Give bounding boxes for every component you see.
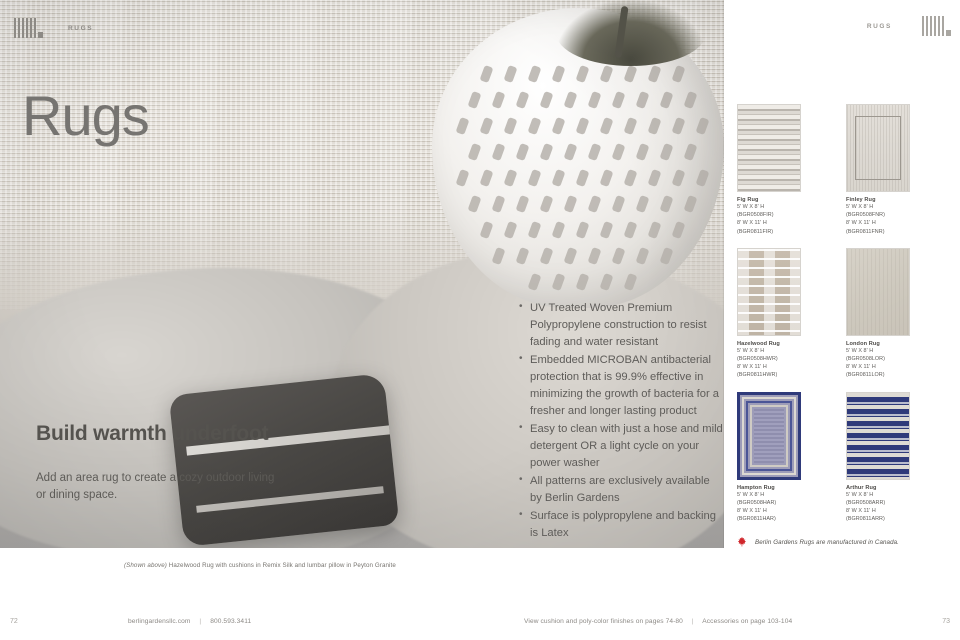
header-right-label: RUGS xyxy=(866,22,892,30)
barcode-mark-icon xyxy=(922,16,951,36)
maple-leaf-icon xyxy=(737,536,746,547)
headline: Build warmth underfoot xyxy=(36,422,269,445)
product-size-small: 5' W X 8' H (BGR0508FNR) xyxy=(846,204,885,219)
footer-phone[interactable]: 800.593.3411 xyxy=(210,618,251,625)
product-grid: Fig Rug 5' W X 8' H (BGR0508FIR) 8' W X 11… xyxy=(737,104,913,523)
caption-text: Hazelwood Rug with cushions in Remix Sil… xyxy=(168,562,396,569)
footer-finishes-note: View cushion and poly-color finishes on … xyxy=(524,618,683,625)
feature-item: Easy to clean with just a hose and mild … xyxy=(519,420,724,472)
product-card[interactable]: Finley Rug 5' W X 8' H (BGR0508FNR) 8' W X… xyxy=(846,104,910,236)
rug-swatch-image xyxy=(846,104,910,192)
photo-caption: (Shown above) Hazelwood Rug with cushion… xyxy=(124,562,396,569)
canada-note-text: Berlin Gardens Rugs are manufactured in … xyxy=(755,538,899,546)
product-size-large: 8' W X 11' H (BGR0811ARR) xyxy=(846,508,885,523)
product-card[interactable]: London Rug 5' W X 8' H (BGR0508LOR) 8' W X… xyxy=(846,247,910,380)
product-size-small: 5' W X 8' H (BGR0508HAR) xyxy=(737,491,777,506)
product-size-small: 5' W X 8' H (BGR0508FIR) xyxy=(737,204,774,219)
header-left-label: RUGS xyxy=(68,24,94,32)
footer-separator: | xyxy=(199,618,202,625)
product-size-large: 8' W X 11' H (BGR0811FIR) xyxy=(737,220,774,235)
header-right: RUGS xyxy=(866,16,951,36)
footer-cross-references: View cushion and poly-color finishes on … xyxy=(524,618,792,625)
page-number-right: 73 xyxy=(942,618,950,625)
product-size-large: 8' W X 11' H (BGR0811FNR) xyxy=(846,220,885,235)
footer-contact: berlingardensllc.com | 800.593.3411 xyxy=(128,618,251,625)
page-title: Rugs xyxy=(22,84,150,147)
rug-border-field xyxy=(754,408,784,463)
subheadline: Add an area rug to create a cozy outdoor… xyxy=(36,472,275,502)
catalog-page-spread: RUGS RUGS Rugs Build warmth underfoot Ad… xyxy=(0,0,960,640)
rug-swatch-image xyxy=(737,247,801,336)
product-size-large: 8' W X 11' H (BGR0811LOR) xyxy=(846,364,885,379)
product-size-small: 5' W X 8' H (BGR0508HWR) xyxy=(737,347,778,363)
barcode-mark-icon xyxy=(14,18,43,38)
manufactured-in-canada-note: Berlin Gardens Rugs are manufactured in … xyxy=(736,536,899,548)
footer-accessories-note: Accessories on page 103-104 xyxy=(702,618,793,625)
product-size-small: 5' W X 8' H (BGR0508ARR) xyxy=(846,491,886,506)
rug-swatch-image xyxy=(846,247,910,336)
header-left: RUGS xyxy=(14,18,93,38)
feature-item: UV Treated Woven Premium Polypropylene c… xyxy=(519,299,724,351)
product-card[interactable]: Hampton Rug 5' W X 8' H (BGR0508HAR) 8' W … xyxy=(737,391,801,524)
feature-item: Embedded MICROBAN antibacterial protecti… xyxy=(519,351,724,420)
product-card[interactable]: Fig Rug 5' W X 8' H (BGR0508FIR) 8' W X 11… xyxy=(737,104,801,236)
page-number-left: 72 xyxy=(10,618,18,625)
caption-prefix: (Shown above) xyxy=(124,562,167,569)
rug-swatch-image xyxy=(737,391,801,480)
feature-list: UV Treated Woven Premium Polypropylene c… xyxy=(519,299,724,543)
rug-swatch-image xyxy=(737,104,801,192)
product-size-small: 5' W X 8' H (BGR0508LOR) xyxy=(846,347,885,363)
product-card[interactable]: Hazelwood Rug 5' W X 8' H (BGR0508HWR) 8' … xyxy=(737,247,801,380)
rug-swatch-image xyxy=(846,391,910,480)
product-size-large: 8' W X 11' H (BGR0811HAR) xyxy=(737,508,776,523)
footer-separator: | xyxy=(691,618,694,625)
product-card[interactable]: Arthur Rug 5' W X 8' H (BGR0508ARR) 8' W X… xyxy=(846,391,910,524)
feature-item: All patterns are exclusively available b… xyxy=(519,472,724,507)
feature-item: Surface is polypropylene and backing is … xyxy=(519,507,724,542)
product-size-large: 8' W X 11' H (BGR0811HWR) xyxy=(737,364,778,379)
footer-website[interactable]: berlingardensllc.com xyxy=(128,618,190,625)
